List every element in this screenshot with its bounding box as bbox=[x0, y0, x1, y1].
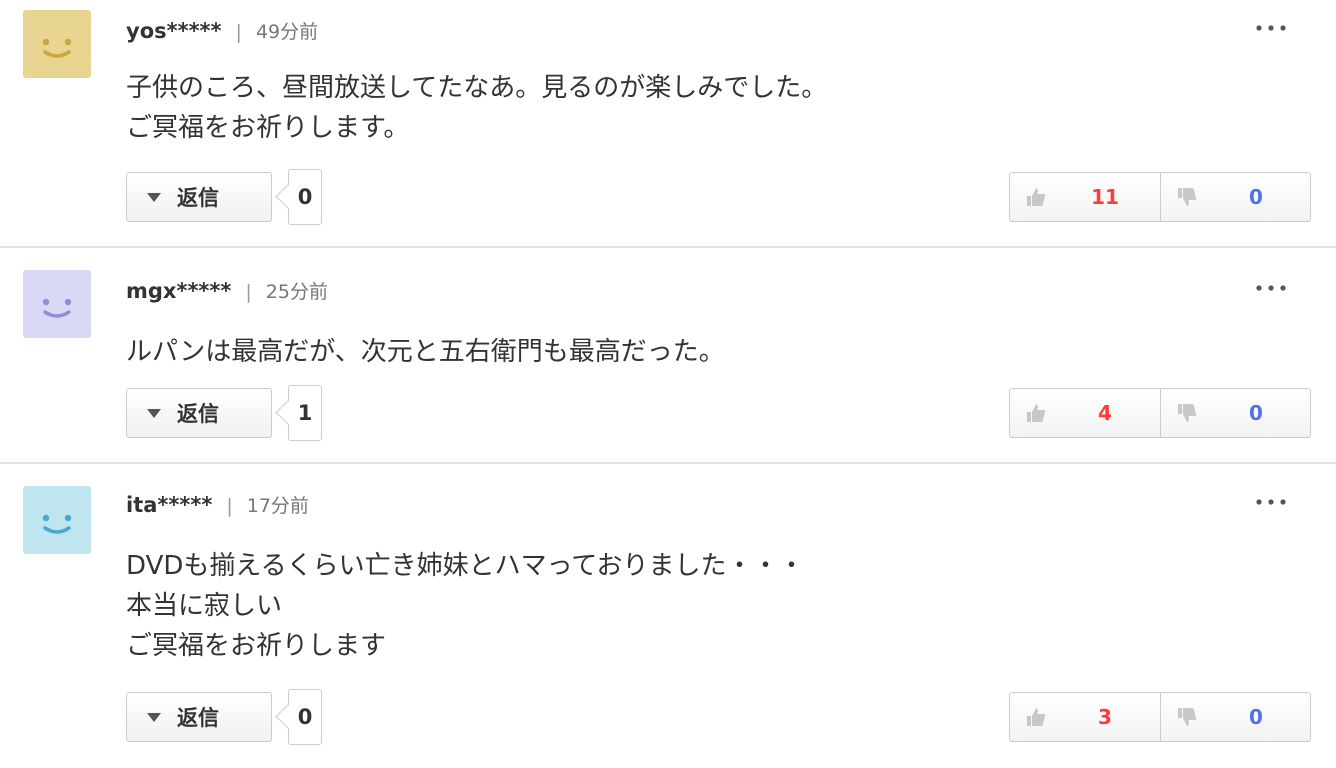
comment-body: 子供のころ、昼間放送してたなあ。見るのが楽しみでした。 ご冥福をお祈りします。 bbox=[126, 68, 827, 148]
meta-divider: | bbox=[235, 21, 242, 43]
avatar[interactable] bbox=[23, 270, 91, 338]
username[interactable]: ita***** bbox=[126, 493, 212, 517]
triangle-down-icon bbox=[147, 192, 161, 202]
smiley-avatar-icon bbox=[23, 10, 91, 78]
vote-box: 3 0 bbox=[1009, 692, 1311, 742]
comment-line: ルパンは最高だが、次元と五右衛門も最高だった。 bbox=[126, 337, 725, 367]
reply-label: 返信 bbox=[177, 402, 219, 426]
thumbs-down-icon bbox=[1178, 188, 1197, 206]
triangle-down-icon bbox=[147, 408, 161, 418]
smiley-avatar-icon bbox=[23, 270, 91, 338]
thumbs-up-icon bbox=[1027, 708, 1046, 726]
good-count: 11 bbox=[1091, 185, 1119, 209]
more-dots-icon[interactable] bbox=[1253, 282, 1289, 294]
username[interactable]: mgx***** bbox=[126, 279, 231, 303]
thumbs-up-icon bbox=[1027, 404, 1046, 422]
reply-button[interactable]: 返信 bbox=[126, 388, 272, 438]
meta-divider: | bbox=[245, 281, 252, 303]
reply-count: 1 bbox=[288, 385, 322, 441]
comment-body: DVDも揃えるくらい亡き姉妹とハマっておりました・・・ 本当に寂しい ご冥福をお… bbox=[126, 546, 805, 666]
good-count: 3 bbox=[1098, 705, 1112, 729]
good-button[interactable]: 4 bbox=[1010, 389, 1160, 437]
reply-count: 0 bbox=[288, 169, 322, 225]
good-button[interactable]: 3 bbox=[1010, 693, 1160, 741]
reply-button[interactable]: 返信 bbox=[126, 692, 272, 742]
reply-count: 0 bbox=[288, 689, 322, 745]
comment-body: ルパンは最高だが、次元と五右衛門も最高だった。 bbox=[126, 332, 725, 372]
thumbs-down-icon bbox=[1178, 708, 1197, 726]
reply-count-value: 1 bbox=[297, 401, 313, 425]
reply-count-value: 0 bbox=[297, 185, 313, 209]
comment-line: DVDも揃えるくらい亡き姉妹とハマっておりました・・・ bbox=[126, 551, 805, 581]
reply-button[interactable]: 返信 bbox=[126, 172, 272, 222]
thumbs-up-icon bbox=[1027, 188, 1046, 206]
bad-button[interactable]: 0 bbox=[1160, 389, 1310, 437]
reply-label: 返信 bbox=[177, 706, 219, 730]
timestamp: 49分前 bbox=[255, 21, 319, 43]
bad-count: 0 bbox=[1249, 401, 1263, 425]
comment-item: mgx***** | 25分前 ルパンは最高だが、次元と五右衛門も最高だった。 返信… bbox=[0, 250, 1336, 464]
thumbs-down-icon bbox=[1178, 404, 1197, 422]
more-dots-icon[interactable] bbox=[1253, 22, 1289, 34]
username[interactable]: yos***** bbox=[126, 19, 222, 43]
comment-line: ご冥福をお祈りします。 bbox=[126, 113, 410, 143]
good-button[interactable]: 11 bbox=[1010, 173, 1160, 221]
bad-count: 0 bbox=[1249, 705, 1263, 729]
vote-box: 4 0 bbox=[1009, 388, 1311, 438]
bad-button[interactable]: 0 bbox=[1160, 693, 1310, 741]
comment-line: 子供のころ、昼間放送してたなあ。見るのが楽しみでした。 bbox=[126, 73, 828, 103]
more-dots-icon[interactable] bbox=[1253, 496, 1289, 508]
avatar[interactable] bbox=[23, 10, 91, 78]
timestamp: 25分前 bbox=[265, 281, 328, 303]
vote-box: 11 0 bbox=[1009, 172, 1311, 222]
comment-item: ita***** | 17分前 DVDも揃えるくらい亡き姉妹とハマっておりました・・… bbox=[0, 466, 1336, 768]
comment-meta: mgx***** | 25分前 bbox=[126, 276, 328, 307]
comment-meta: yos***** | 49分前 bbox=[126, 16, 318, 47]
bad-button[interactable]: 0 bbox=[1160, 173, 1310, 221]
smiley-avatar-icon bbox=[23, 486, 91, 554]
avatar[interactable] bbox=[23, 486, 91, 554]
bad-count: 0 bbox=[1249, 185, 1263, 209]
comment-meta: ita***** | 17分前 bbox=[126, 490, 309, 521]
reply-count-value: 0 bbox=[297, 705, 313, 729]
good-count: 4 bbox=[1098, 401, 1112, 425]
meta-divider: | bbox=[226, 495, 233, 517]
timestamp: 17分前 bbox=[246, 495, 309, 517]
reply-label: 返信 bbox=[177, 186, 219, 210]
comment-line: ご冥福をお祈りします bbox=[126, 631, 387, 661]
triangle-down-icon bbox=[147, 712, 161, 722]
comment-item: yos***** | 49分前 子供のころ、昼間放送してたなあ。見るのが楽しみでした… bbox=[0, 0, 1336, 248]
comment-line: 本当に寂しい bbox=[126, 591, 283, 621]
